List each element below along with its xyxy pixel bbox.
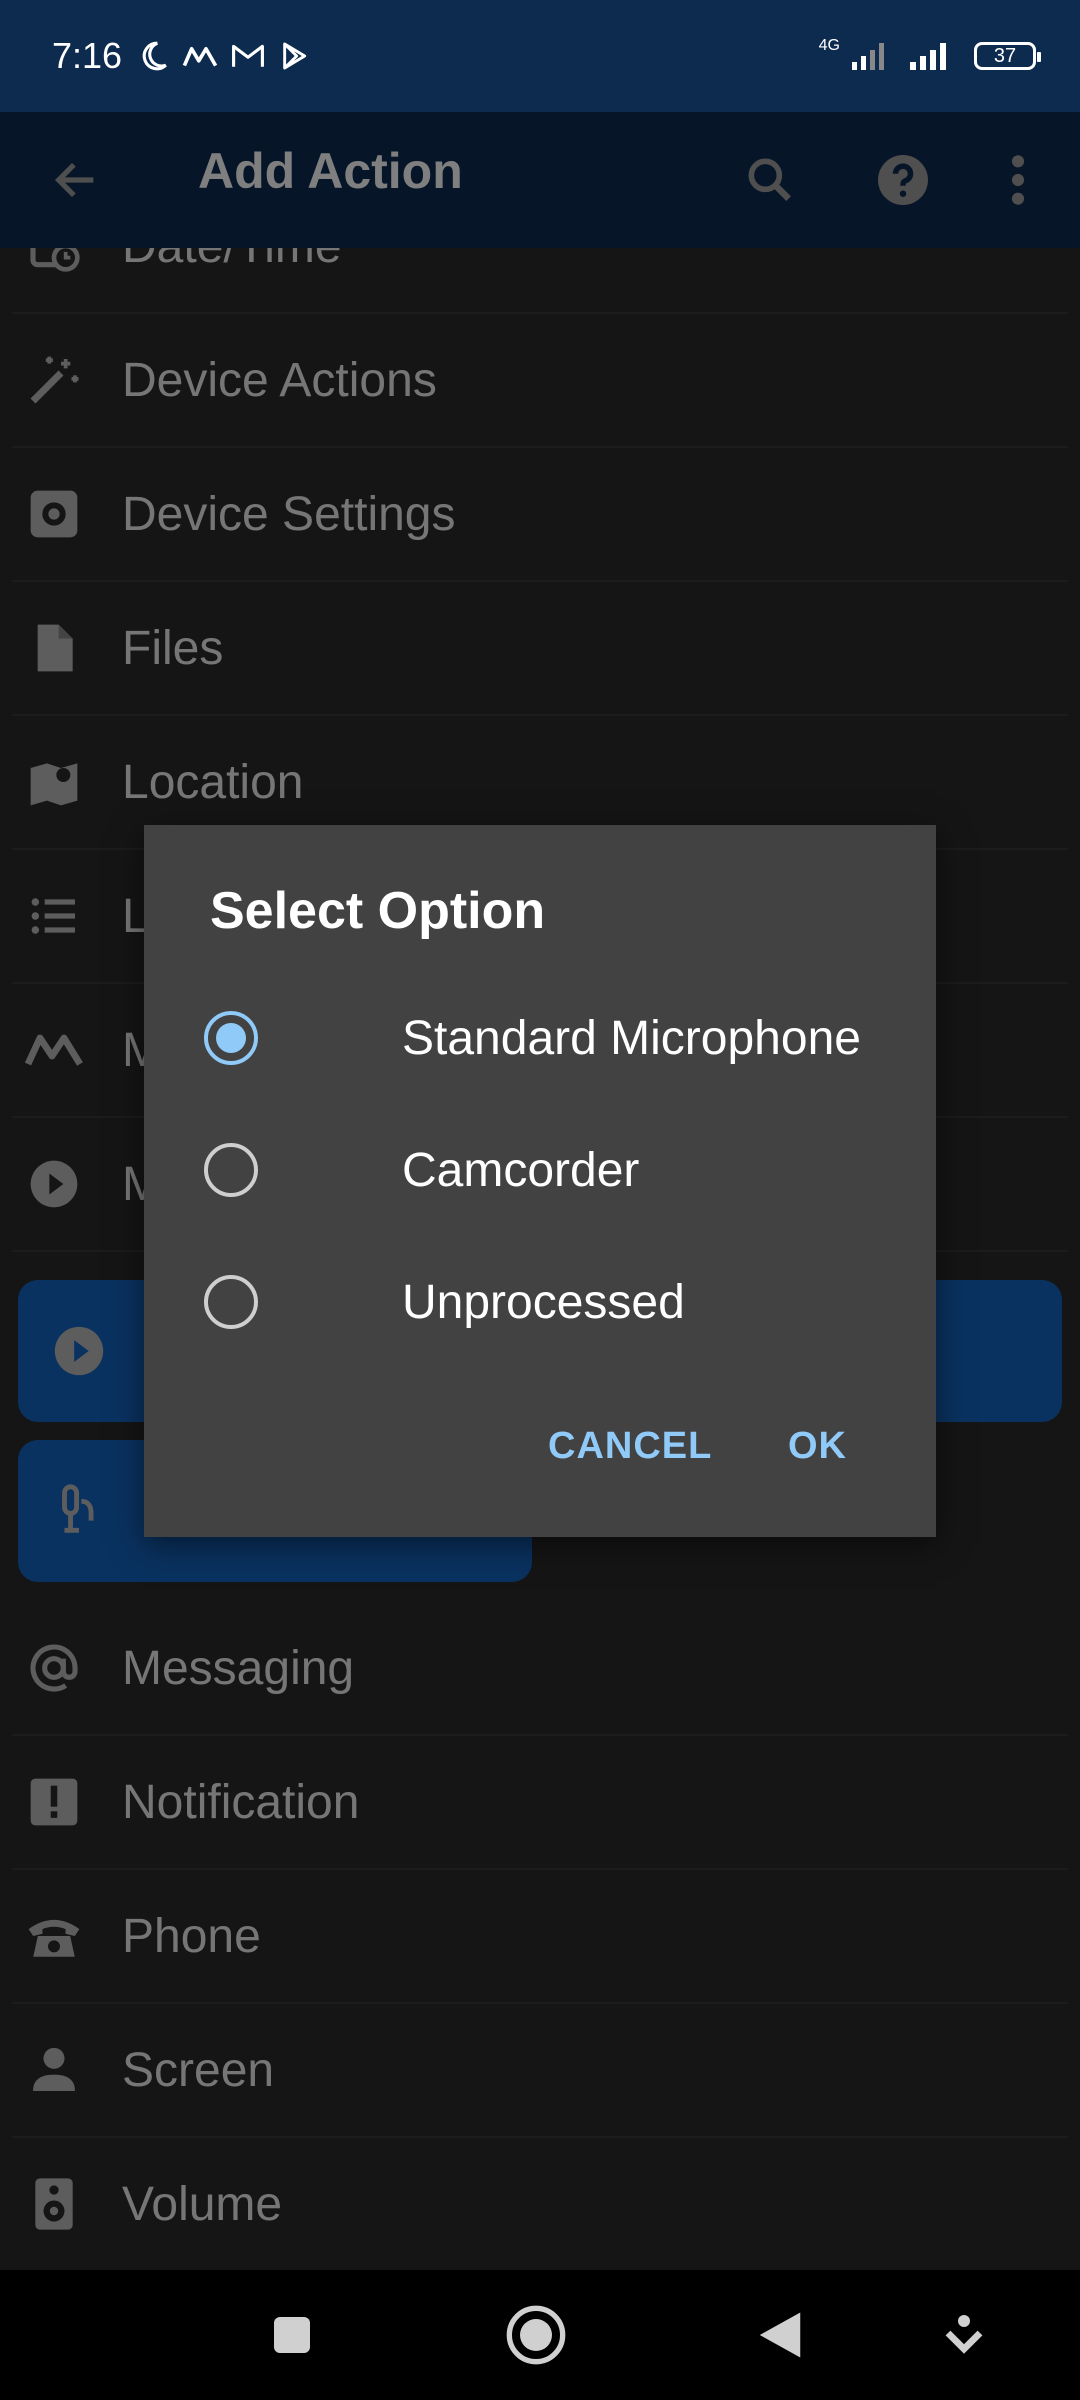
macrodroid-icon <box>182 47 218 67</box>
option-label: Camcorder <box>402 1143 640 1197</box>
select-option-dialog: Select Option Standard Microphone Camcor… <box>144 825 936 1537</box>
radio-unselected[interactable] <box>204 1275 258 1329</box>
option-unprocessed[interactable]: Unprocessed <box>204 1247 904 1357</box>
option-standard-microphone[interactable]: Standard Microphone <box>204 983 904 1093</box>
signal-icon <box>910 43 946 70</box>
home-circle-icon <box>506 2305 566 2365</box>
triangle-back-icon <box>759 2312 801 2358</box>
option-label: Standard Microphone <box>402 1011 861 1065</box>
battery-level: 37 <box>993 44 1017 67</box>
gmail-icon <box>232 44 265 67</box>
home-button[interactable] <box>496 2295 576 2375</box>
cancel-button[interactable]: CANCEL <box>548 1425 712 1468</box>
radio-selected[interactable] <box>204 1011 258 1065</box>
option-camcorder[interactable]: Camcorder <box>204 1115 904 1225</box>
navigation-bar <box>0 2270 1080 2400</box>
radio-unselected[interactable] <box>204 1143 258 1197</box>
battery-icon: 37 <box>974 42 1041 70</box>
back-nav-button[interactable] <box>740 2295 820 2375</box>
recents-button[interactable] <box>252 2295 332 2375</box>
status-time: 7:16 <box>52 35 123 76</box>
assistant-button[interactable] <box>924 2295 1004 2375</box>
signal-icon <box>852 43 884 70</box>
ok-button[interactable]: OK <box>788 1425 847 1468</box>
moon-icon <box>142 41 167 71</box>
play-store-icon <box>283 42 307 70</box>
status-bar: 7:16 4G 37 <box>0 0 1080 112</box>
square-icon <box>274 2317 310 2353</box>
option-label: Unprocessed <box>402 1275 685 1329</box>
dialog-title: Select Option <box>210 882 546 940</box>
network-type: 4G <box>818 37 840 54</box>
chevron-down-icon <box>945 2315 983 2354</box>
